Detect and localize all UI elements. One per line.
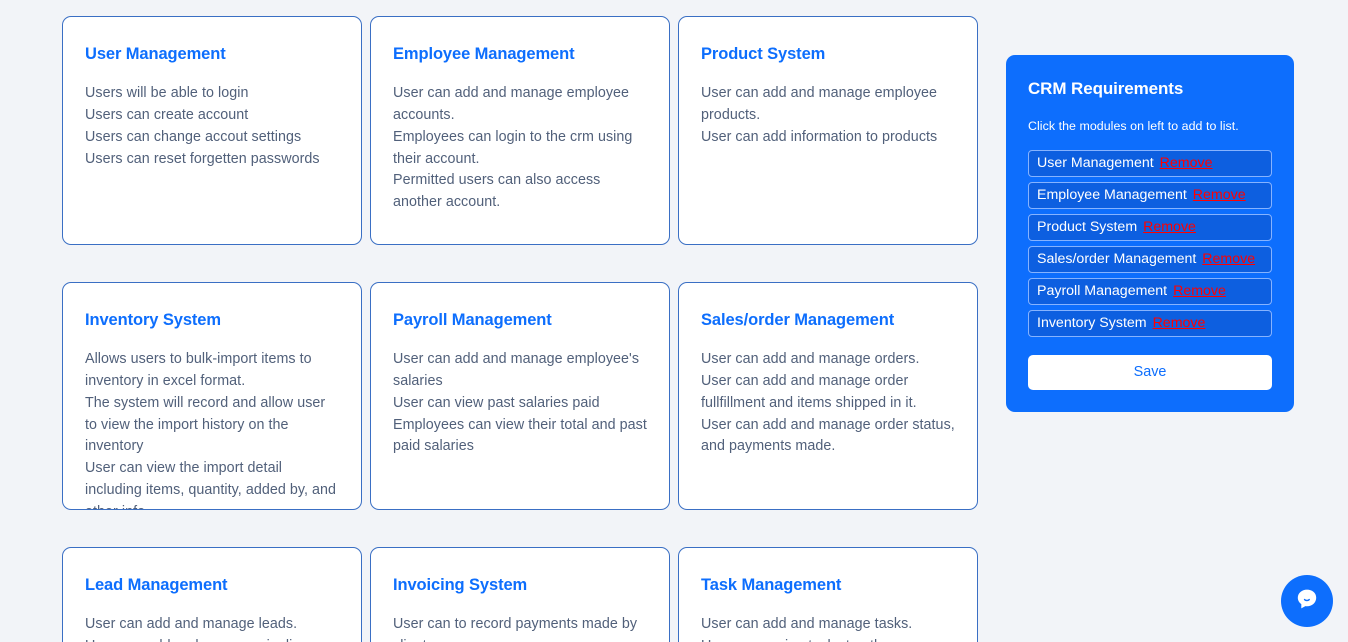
module-desc-line: Permitted users can also access another … <box>393 172 601 211</box>
requirement-item[interactable]: Inventory System Remove <box>1028 310 1272 337</box>
requirement-item[interactable]: Product System Remove <box>1028 214 1272 241</box>
module-desc-line: User can add and manage pipeline <box>85 636 339 642</box>
module-desc-line: Users can create account <box>85 106 249 123</box>
module-card-description: User can add and manage tasks. User can … <box>701 614 955 642</box>
module-card-grid: User Management Users will be able to lo… <box>62 16 979 642</box>
module-card-description: User can add and manage orders. User can… <box>701 349 955 458</box>
remove-link[interactable]: Remove <box>1153 315 1206 331</box>
module-desc-line: User can add and manage order fullfillme… <box>701 372 917 411</box>
remove-link[interactable]: Remove <box>1193 187 1246 203</box>
module-desc-line: User can view the import detail includin… <box>85 460 337 509</box>
module-card-title: Employee Management <box>393 45 575 63</box>
module-card-title: Lead Management <box>85 576 228 594</box>
requirement-item[interactable]: Employee Management Remove <box>1028 182 1272 209</box>
module-desc-line: Employees can view their total and past … <box>393 416 647 455</box>
module-desc-line: User can to record payments made by clie… <box>393 616 638 642</box>
module-card-task-management[interactable]: Task Management User can add and manage … <box>678 547 978 642</box>
module-card-inventory-system[interactable]: Inventory System Allows users to bulk-im… <box>62 282 362 510</box>
module-card-user-management[interactable]: User Management Users will be able to lo… <box>62 16 362 245</box>
requirement-item-label: Sales/order Management <box>1037 251 1197 267</box>
module-card-description: Users will be able to login Users can cr… <box>85 83 339 170</box>
remove-link[interactable]: Remove <box>1173 283 1226 299</box>
module-card-lead-management[interactable]: Lead Management User can add and manage … <box>62 547 362 642</box>
module-card-description: User can to record payments made by clie… <box>393 614 647 642</box>
remove-link[interactable]: Remove <box>1160 155 1213 171</box>
module-card-invoicing-system[interactable]: Invoicing System User can to record paym… <box>370 547 670 642</box>
module-desc-line: User can add and manage order status, an… <box>701 416 955 455</box>
requirement-item-label: Payroll Management <box>1037 283 1168 299</box>
module-card-title: User Management <box>85 45 226 63</box>
module-desc-line: User can add and manage orders. <box>701 351 920 368</box>
module-desc-line: The system will record and allow user to… <box>85 394 326 455</box>
module-desc-line: User can add and manage leads. <box>85 616 298 633</box>
module-card-description: User can add and manage employee account… <box>393 83 647 214</box>
module-card-employee-management[interactable]: Employee Management User can add and man… <box>370 16 670 245</box>
module-desc-line: Users can reset forgetten passwords <box>85 150 320 167</box>
module-desc-line: User can add and manage employee's salar… <box>393 351 640 389</box>
module-desc-line: User can assign tasks to other users <box>701 636 955 642</box>
module-card-title: Invoicing System <box>393 576 528 594</box>
module-card-description: Allows users to bulk-import items to inv… <box>85 349 339 509</box>
module-desc-line: Employees can login to the crm using the… <box>393 128 633 167</box>
requirement-item-label: Product System <box>1037 219 1138 235</box>
module-desc-line: Allows users to bulk-import items to inv… <box>85 351 312 389</box>
requirement-item-label: Inventory System <box>1037 315 1147 331</box>
remove-link[interactable]: Remove <box>1143 219 1196 235</box>
panel-subtitle: Click the modules on left to add to list… <box>1028 119 1239 133</box>
module-card-description: User can add and manage leads. User can … <box>85 614 339 642</box>
module-card-description: User can add and manage employee product… <box>701 83 955 148</box>
module-desc-line: Users will be able to login <box>85 85 249 102</box>
module-desc-line: User can add and manage employee account… <box>393 85 630 123</box>
requirement-item[interactable]: Sales/order Management Remove <box>1028 246 1272 273</box>
module-desc-line: User can view past salaries paid <box>393 394 600 411</box>
chat-widget-button[interactable] <box>1281 575 1333 627</box>
requirement-item-label: Employee Management <box>1037 187 1187 203</box>
requirement-item-label: User Management <box>1037 155 1154 171</box>
module-card-payroll-management[interactable]: Payroll Management User can add and mana… <box>370 282 670 510</box>
module-card-description: User can add and manage employee's salar… <box>393 349 647 458</box>
requirement-item[interactable]: Payroll Management Remove <box>1028 278 1272 305</box>
requirements-list: User Management Remove Employee Manageme… <box>1028 150 1272 337</box>
module-card-title: Task Management <box>701 576 842 594</box>
panel-title: CRM Requirements <box>1028 79 1184 98</box>
chat-bubble-icon <box>1294 586 1320 617</box>
module-card-title: Inventory System <box>85 311 221 329</box>
module-card-sales-order-management[interactable]: Sales/order Management User can add and … <box>678 282 978 510</box>
module-card-title: Sales/order Management <box>701 311 895 329</box>
module-desc-line: Users can change accout settings <box>85 128 302 145</box>
module-desc-line: User can add and manage tasks. <box>701 616 913 633</box>
save-button[interactable]: Save <box>1028 355 1272 390</box>
remove-link[interactable]: Remove <box>1202 251 1255 267</box>
module-card-title: Product System <box>701 45 826 63</box>
requirement-item[interactable]: User Management Remove <box>1028 150 1272 177</box>
module-desc-line: User can add information to products <box>701 128 938 145</box>
page-root: User Management Users will be able to lo… <box>0 0 1348 642</box>
module-card-title: Payroll Management <box>393 311 552 329</box>
crm-requirements-panel: CRM Requirements Click the modules on le… <box>1006 55 1294 412</box>
module-desc-line: User can add and manage employee product… <box>701 85 938 123</box>
module-card-product-system[interactable]: Product System User can add and manage e… <box>678 16 978 245</box>
